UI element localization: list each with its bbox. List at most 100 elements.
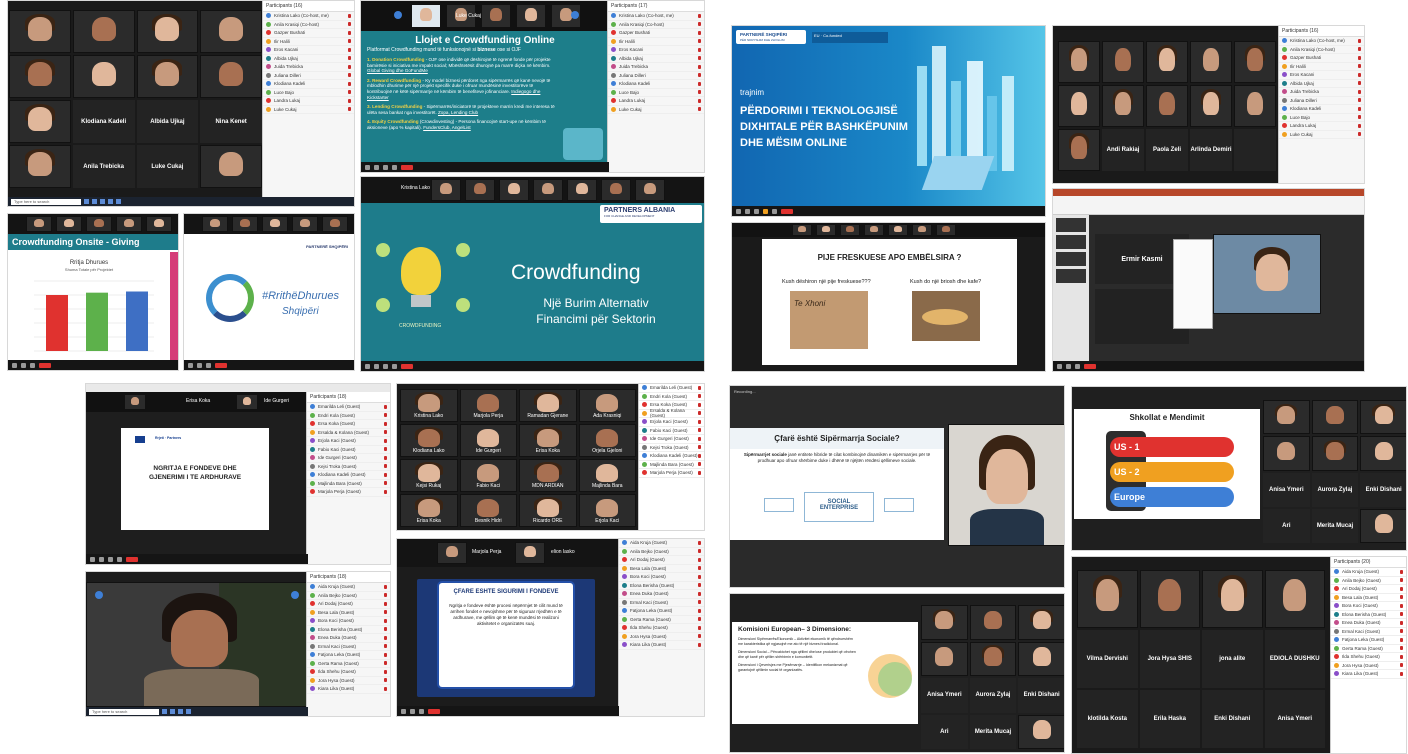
mic-muted-icon[interactable] [384, 644, 387, 649]
participant-row[interactable]: Marjola Perja (Guest) [307, 488, 390, 497]
mic-muted-icon[interactable] [1358, 98, 1361, 103]
participant-row[interactable]: Aida Kruja (Guest) [307, 583, 390, 592]
mic-muted-icon[interactable] [1400, 612, 1403, 617]
participant-row[interactable]: Albida Ujkaj [263, 55, 354, 63]
participant-row[interactable]: Kiara Lika (Guest) [619, 641, 704, 650]
participant-row[interactable]: Ermal Kaci (Guest) [619, 599, 704, 607]
mic-muted-icon[interactable] [384, 413, 387, 418]
mic-muted-icon[interactable] [384, 627, 387, 632]
right-arrow-icon[interactable] [291, 591, 299, 599]
mic-muted-icon[interactable] [384, 481, 387, 486]
mic-muted-icon[interactable] [348, 107, 351, 112]
participant-row[interactable]: Eros Kacani [263, 46, 354, 55]
participant-row[interactable]: Juida Trebicka [608, 63, 704, 72]
participant-row[interactable]: Klodiana Kadeli [608, 80, 704, 89]
mic-muted-icon[interactable] [1400, 620, 1403, 625]
participant-row[interactable]: Anila Krasiqi (Co-host) [1279, 46, 1364, 54]
participant-row[interactable]: Albida Ujkaj [1279, 80, 1364, 88]
participant-row[interactable]: Ilda Shehu (Guest) [1331, 653, 1406, 662]
mic-muted-icon[interactable] [698, 445, 701, 450]
participant-row[interactable]: Jora Hysa (Guest) [619, 633, 704, 641]
participant-row[interactable]: Anila Krasiqi (Co-host) [608, 21, 704, 29]
participant-row[interactable]: Enea Duka (Guest) [619, 590, 704, 599]
mic-muted-icon[interactable] [348, 47, 351, 52]
participant-row[interactable]: Endri Kola (Guest) [307, 412, 390, 420]
participant-row[interactable]: Elona Berisha (Guest) [619, 582, 704, 590]
mic-muted-icon[interactable] [384, 652, 387, 657]
mic-muted-icon[interactable] [348, 13, 351, 18]
participant-row[interactable]: Kristina Lako (Co-host, me) [263, 12, 354, 21]
participant-row[interactable]: Erjola Kaci (Guest) [307, 437, 390, 446]
participant-row[interactable]: Eros Kacani [1279, 71, 1364, 80]
mic-muted-icon[interactable] [348, 64, 351, 69]
participant-row[interactable]: Kiara Lika (Guest) [307, 685, 390, 694]
participant-row[interactable]: Gerta Rama (Guest) [307, 660, 390, 668]
participant-row[interactable]: Bora Koci (Guest) [307, 617, 390, 626]
mic-muted-icon[interactable] [348, 81, 351, 86]
mic-muted-icon[interactable] [384, 601, 387, 606]
participant-row[interactable]: Aida Kruja (Guest) [1331, 568, 1406, 577]
left-arrow-icon[interactable] [95, 591, 103, 599]
participant-row[interactable]: Ilda Shehu (Guest) [619, 624, 704, 633]
mic-muted-icon[interactable] [698, 583, 701, 588]
participant-row[interactable]: Juliana Dilleri [263, 72, 354, 80]
participant-row[interactable]: Luce Bajo [1279, 114, 1364, 122]
mic-muted-icon[interactable] [384, 686, 387, 691]
mic-muted-icon[interactable] [698, 436, 701, 441]
mic-muted-icon[interactable] [698, 642, 701, 647]
participant-row[interactable]: Anila Krasiqi (Co-host) [263, 21, 354, 29]
participant-row[interactable]: Juida Trebicka [263, 63, 354, 72]
mic-muted-icon[interactable] [1358, 38, 1361, 43]
participant-row[interactable]: Ersalda & Kolana (Guest) [307, 429, 390, 437]
participant-row[interactable]: Klodiana Kadeli [263, 80, 354, 89]
participant-row[interactable]: Jora Hysa (Guest) [307, 677, 390, 685]
participant-row[interactable]: Luke Cukaj [263, 106, 354, 114]
mic-muted-icon[interactable] [698, 617, 701, 622]
participant-row[interactable]: Juliana Dilleri [608, 72, 704, 80]
participant-row[interactable]: Kristina Lako (Co-host, me) [1279, 37, 1364, 46]
participant-row[interactable]: Jora Hysa (Guest) [1331, 662, 1406, 670]
mic-muted-icon[interactable] [698, 540, 701, 545]
participant-row[interactable]: Ide Gurgeri (Guest) [307, 454, 390, 463]
mic-muted-icon[interactable] [698, 30, 701, 35]
search-input[interactable]: Type here to search [11, 198, 81, 205]
mic-muted-icon[interactable] [348, 90, 351, 95]
mic-muted-icon[interactable] [384, 455, 387, 460]
participant-row[interactable]: Luke Cukaj [1279, 131, 1364, 139]
participant-row[interactable]: Ari Dodaj (Guest) [1331, 585, 1406, 594]
participant-row[interactable]: Kristina Lako (Co-host, me) [608, 12, 704, 21]
mic-muted-icon[interactable] [384, 438, 387, 443]
mic-muted-icon[interactable] [698, 608, 701, 613]
mic-muted-icon[interactable] [1400, 629, 1403, 634]
participant-row[interactable]: Klodiana Kadeli [1279, 105, 1364, 114]
right-arrow-icon[interactable] [571, 11, 579, 19]
mic-muted-icon[interactable] [1358, 123, 1361, 128]
mic-muted-icon[interactable] [384, 678, 387, 683]
mic-muted-icon[interactable] [698, 419, 701, 424]
mic-muted-icon[interactable] [1358, 72, 1361, 77]
mic-muted-icon[interactable] [1400, 595, 1403, 600]
mic-muted-icon[interactable] [698, 81, 701, 86]
participant-row[interactable]: Ermal Kaci (Guest) [1331, 628, 1406, 636]
search-input[interactable]: Type here to search [89, 708, 159, 715]
mic-muted-icon[interactable] [698, 600, 701, 605]
participant-row[interactable]: Luce Bajo [263, 89, 354, 97]
mic-muted-icon[interactable] [698, 107, 701, 112]
participant-row[interactable]: Gazper Bushati [263, 29, 354, 38]
mic-muted-icon[interactable] [1358, 89, 1361, 94]
participant-row[interactable]: Elona Berisha (Guest) [1331, 611, 1406, 619]
participant-row[interactable]: Ermal Kaci (Guest) [307, 643, 390, 651]
mic-muted-icon[interactable] [384, 404, 387, 409]
platform-links[interactable]: Zopa, Lending Club [438, 110, 478, 115]
mic-muted-icon[interactable] [1400, 578, 1403, 583]
mic-muted-icon[interactable] [1358, 55, 1361, 60]
mic-muted-icon[interactable] [384, 610, 387, 615]
mic-muted-icon[interactable] [384, 421, 387, 426]
mic-muted-icon[interactable] [1358, 115, 1361, 120]
participant-row[interactable]: Landra Lukaj [263, 97, 354, 106]
participant-row[interactable]: Fabio Kaci (Guest) [307, 446, 390, 454]
participant-row[interactable]: Erjola Kaci (Guest) [639, 418, 704, 427]
participant-row[interactable]: Emarilda Leli (Guest) [639, 384, 704, 393]
participant-row[interactable]: Ersa Koka (Guest) [307, 420, 390, 429]
participant-row[interactable]: Gazper Bushati [1279, 54, 1364, 63]
